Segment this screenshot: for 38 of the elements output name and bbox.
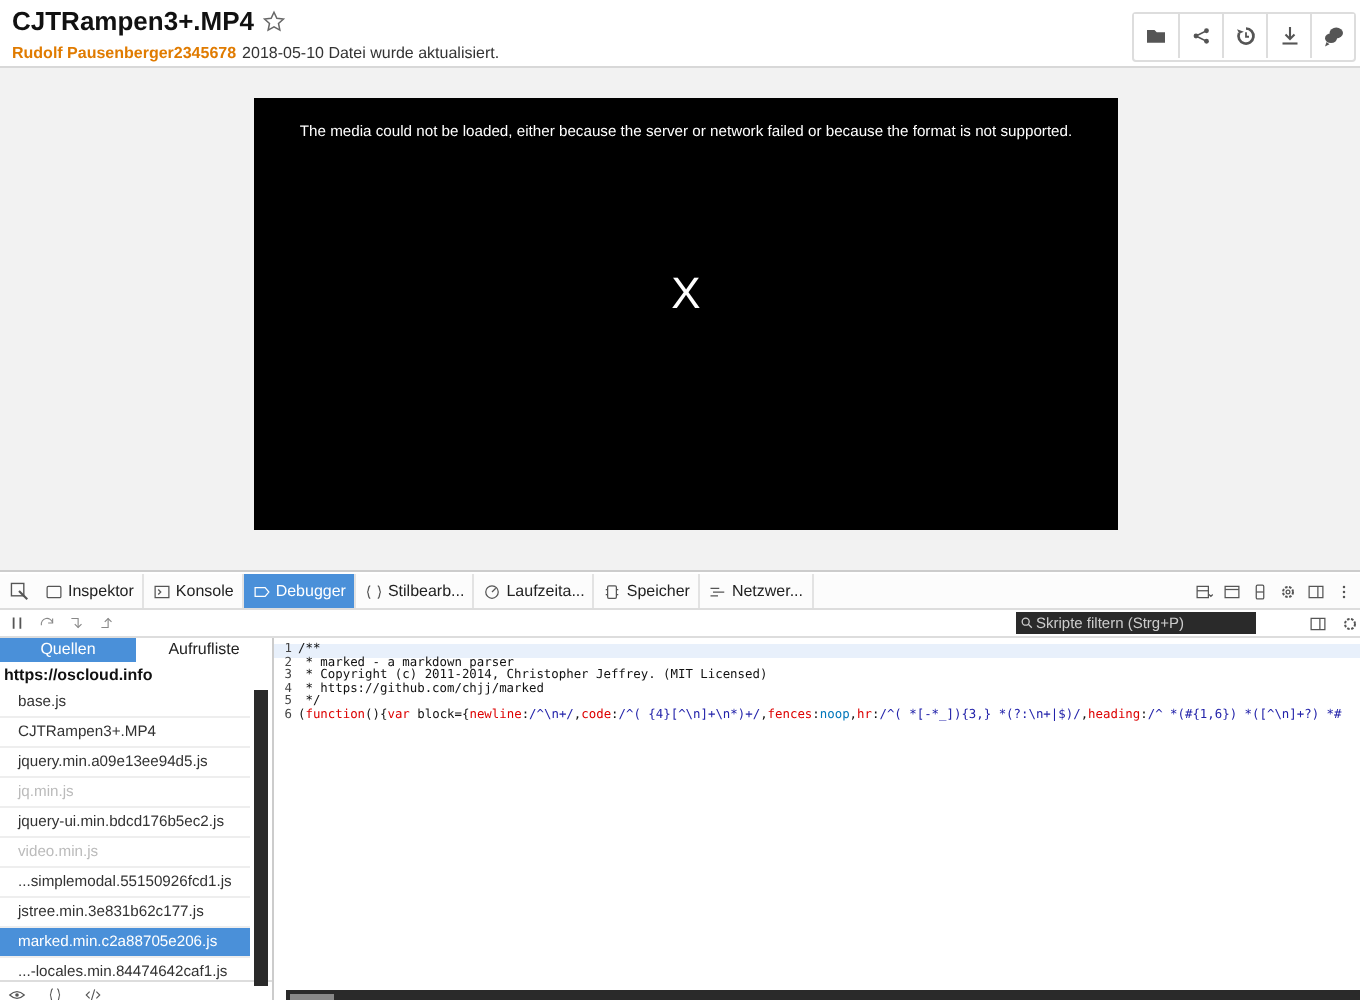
layout-icon [1194, 581, 1214, 601]
memory-icon [602, 581, 623, 601]
devtools-tab[interactable]: Speicher [594, 574, 700, 608]
devtools-tab[interactable]: Laufzeita... [474, 574, 595, 608]
code-icon [84, 985, 102, 1000]
origin-label: https://oscloud.info [2, 664, 155, 688]
gear-icon [1340, 613, 1360, 633]
error-mark: X [671, 268, 701, 320]
chat-icon [1321, 24, 1345, 48]
share-icon [1189, 24, 1213, 48]
devtools-tab[interactable]: Stilbearb... [355, 574, 475, 608]
scrollbar[interactable] [254, 690, 268, 986]
update-message: 2018-05-10 Datei wurde aktualisiert. [242, 44, 500, 62]
console-icon [151, 581, 172, 601]
download-icon [1277, 24, 1301, 48]
perf-icon [482, 581, 503, 601]
search-icon [1020, 616, 1034, 630]
inspector-icon [44, 581, 64, 601]
sidebar-icon [1308, 613, 1328, 633]
folder-icon [1144, 24, 1168, 48]
history-icon [1233, 24, 1257, 48]
devtools-tab[interactable]: Netzwer... [699, 574, 814, 608]
eye-icon [8, 985, 26, 1000]
style-icon [363, 581, 384, 601]
debugger-icon [251, 581, 272, 601]
frame-icon [1222, 581, 1242, 601]
dock-icon [1306, 581, 1326, 601]
settings-icon [1278, 581, 1298, 601]
phone-icon [1250, 581, 1270, 601]
devtools-tab[interactable]: Inspektor [36, 574, 144, 608]
pause-icon [8, 614, 26, 632]
comments-button[interactable] [1310, 14, 1354, 58]
step-in-icon [68, 614, 86, 632]
braces-icon [46, 985, 64, 1000]
step-out-icon [98, 614, 116, 632]
picker-icon [7, 580, 29, 602]
star-icon [262, 9, 287, 33]
file-title: CJTRampen3+.MP4 [12, 6, 255, 36]
